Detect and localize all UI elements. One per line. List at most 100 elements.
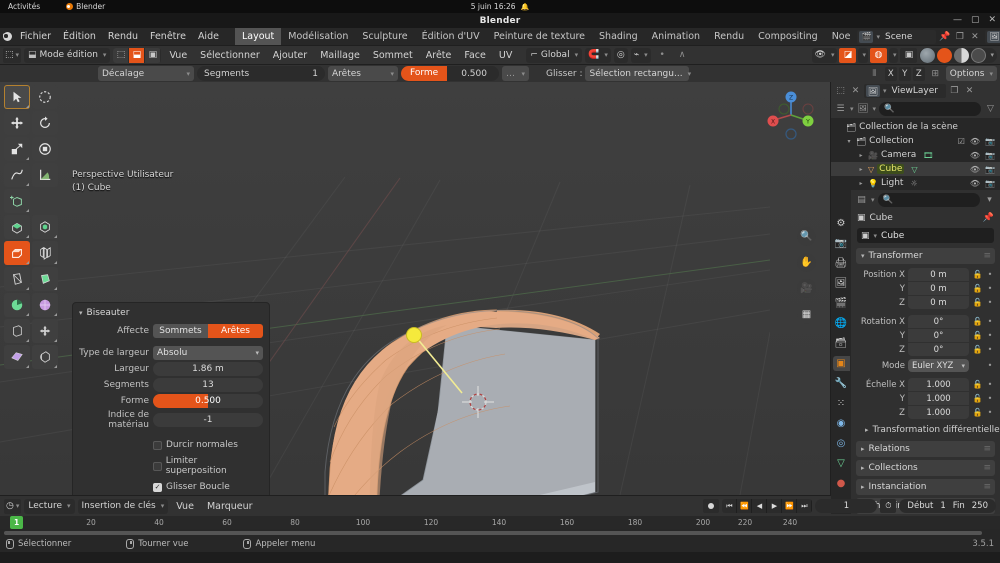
camera-icon[interactable]: 📷 (985, 137, 995, 146)
relations-section[interactable]: ▸ Relations ≡ (856, 441, 995, 457)
close-button[interactable]: ✕ (988, 16, 996, 25)
interaction-mode-selector[interactable]: ⬓ Mode édition ▾ (24, 47, 111, 63)
clamp-overlap-checkbox[interactable]: Limiter superposition (153, 456, 257, 476)
drag-handle[interactable]: ≡ (983, 463, 990, 473)
remove-viewlayer-icon[interactable]: ✕ (963, 85, 976, 98)
xray-toggle-icon[interactable]: ◪ (839, 47, 857, 63)
overlays-toggle-icon[interactable]: ◍ (869, 47, 887, 63)
playback-menu[interactable]: Lecture ▾ (24, 498, 75, 514)
viewlayer-selector[interactable]: 🖼 ▾ ViewLayer (985, 29, 1000, 44)
outliner-editor-type-icon[interactable]: ⬚ (834, 85, 847, 98)
current-frame-field[interactable]: 1 (815, 499, 878, 513)
tab-render[interactable]: 📷 (833, 236, 850, 251)
lock-icon[interactable]: 🔓 (972, 345, 983, 354)
navigation-gizmo[interactable]: Z X Y (764, 88, 818, 142)
mirror-y-button[interactable]: Y (898, 66, 911, 81)
affect-edges-button[interactable]: Arêtes (208, 324, 263, 338)
filter-icon[interactable]: ▽ (984, 103, 997, 116)
id-type-filter-icon[interactable]: 🖼 (857, 103, 870, 116)
add-cube-tool[interactable] (4, 189, 30, 213)
tab-compositing[interactable]: Compositing (751, 28, 825, 45)
scene-selector[interactable]: 🎬 ▾ Scene (857, 29, 937, 44)
rotation-z-value[interactable]: 0° (908, 343, 969, 356)
extrude-region-tool[interactable] (4, 215, 30, 239)
measure-tool[interactable] (32, 163, 58, 187)
loop-cut-tool[interactable] (32, 241, 58, 265)
keying-menu[interactable]: Insertion de clés ▾ (77, 498, 169, 514)
zoom-icon[interactable]: 🔍 (797, 227, 816, 246)
tab-particles[interactable]: ⁙ (833, 396, 850, 411)
play-button[interactable]: ▶ (767, 499, 783, 513)
tab-material[interactable]: ● (833, 476, 850, 491)
maximize-button[interactable]: ▢ (971, 16, 980, 25)
play-reverse-button[interactable]: ◀ (752, 499, 768, 513)
properties-editor[interactable]: ⚙ 📷 🖨 🖼 🎬 🌐 🗃 ▣ 🔧 ⁙ ◉ ◎ ▽ ● ▤ ▾ 🔍 ▾ ▣ Cu… (831, 190, 1000, 514)
mirror-z-button[interactable]: Z (912, 66, 925, 81)
checkbox-icon[interactable]: ☑ (958, 137, 965, 146)
tab-world[interactable]: 🌐 (833, 316, 850, 331)
lock-icon[interactable]: 🔓 (972, 408, 983, 417)
misc-selector[interactable]: … ▾ (502, 66, 529, 81)
properties-search-input[interactable]: 🔍 (877, 193, 980, 207)
lock-icon[interactable]: 🔓 (972, 284, 983, 293)
smooth-tool[interactable] (32, 293, 58, 317)
gizmo-toggle-icon[interactable]: ▣ (900, 47, 918, 63)
minimize-button[interactable]: — (953, 16, 962, 25)
timeline-editor[interactable]: ◷ ▾ Lecture ▾ Insertion de clés ▾ Vue Marqu… (0, 495, 1000, 536)
jump-start-button[interactable]: ⏮ (722, 499, 738, 513)
disclosure-triangle-icon[interactable]: ▸ (857, 166, 865, 173)
drag-handle[interactable]: ≡ (983, 482, 990, 492)
location-x-value[interactable]: 0 m (908, 268, 969, 281)
location-z-value[interactable]: 0 m (908, 296, 969, 309)
tab-sculpture[interactable]: Sculpture (355, 28, 414, 45)
move-tool[interactable] (4, 111, 30, 135)
camera-icon[interactable]: 📷 (985, 151, 995, 160)
shear-tool[interactable] (32, 319, 58, 343)
animate-dot-icon[interactable]: • (986, 345, 994, 354)
rotation-y-value[interactable]: 0° (908, 329, 969, 342)
auto-keying-toggle[interactable] (703, 499, 720, 513)
segments-value[interactable]: 13 (153, 378, 263, 392)
overlay-options[interactable]: ▾ (888, 47, 899, 63)
mirror-x-button[interactable]: X (884, 66, 897, 81)
visibility-selector[interactable]: 👁 ▾ (811, 47, 838, 63)
tab-object-data[interactable]: ▽ (833, 456, 850, 471)
select-box-tool[interactable] (32, 85, 58, 109)
pin-scene-icon[interactable]: 📌 (938, 30, 951, 43)
3d-viewport[interactable]: Perspective Utilisateur (1) Cube Z X Y 🔍… (0, 82, 830, 495)
location-y-value[interactable]: 0 m (908, 282, 969, 295)
spin-tool[interactable] (4, 293, 30, 317)
animate-dot-icon[interactable]: • (986, 298, 994, 307)
material-index-value[interactable]: -1 (153, 413, 263, 427)
tab-noeuds[interactable]: Noe (825, 28, 858, 45)
eye-icon[interactable]: 👁 (970, 151, 980, 160)
tab-physics[interactable]: ◉ (833, 416, 850, 431)
tab-peinture-texture[interactable]: Peinture de texture (487, 28, 592, 45)
knife-tool[interactable] (4, 267, 30, 291)
face-select-mode-icon[interactable]: ▣ (145, 47, 162, 63)
scale-tool[interactable] (4, 137, 30, 161)
timeline-scrollbar[interactable] (0, 529, 1000, 536)
tab-object[interactable]: ▣ (832, 356, 850, 371)
annotate-tool[interactable] (4, 163, 30, 187)
new-viewlayer-icon[interactable]: ❐ (948, 85, 961, 98)
edge-select-mode-icon[interactable]: ⬓ (129, 47, 146, 63)
scale-y-value[interactable]: 1.000 (908, 392, 969, 405)
object-name-field[interactable]: ▣ ▾ Cube (857, 228, 994, 243)
close-icon[interactable]: ✕ (849, 85, 862, 98)
animate-dot-icon[interactable]: • (986, 270, 994, 279)
snap-toggle[interactable]: 🧲 ▾ (585, 47, 611, 63)
display-mode-icon[interactable]: ☰ (834, 103, 847, 116)
harden-normals-checkbox[interactable]: Durcir normales (153, 440, 257, 450)
collections-section[interactable]: ▸ Collections ≡ (856, 460, 995, 476)
rip-edge-tool[interactable] (32, 345, 58, 369)
menu-vue[interactable]: Vue (164, 48, 192, 63)
camera-icon[interactable]: 🎥 (797, 279, 816, 298)
rotation-x-value[interactable]: 0° (908, 315, 969, 328)
tab-edition-uv[interactable]: Édition d'UV (415, 28, 487, 45)
mirror-curve-icon[interactable]: ∧ (674, 48, 691, 63)
panel-header[interactable]: ▾ Biseauter (73, 307, 269, 322)
tab-output[interactable]: 🖨 (833, 256, 850, 271)
activities-button[interactable]: Activités (8, 2, 40, 11)
timeline-editor-type-selector[interactable]: ◷ ▾ (4, 498, 22, 514)
